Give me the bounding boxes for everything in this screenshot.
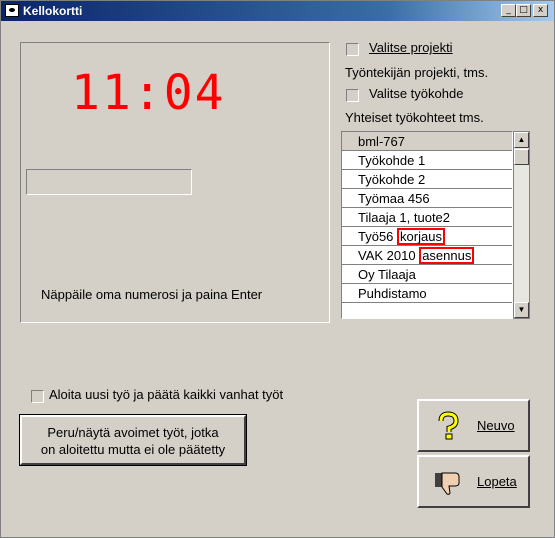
scroll-thumb[interactable] <box>514 149 529 165</box>
show-open-jobs-line2: on aloitettu mutta ei ole päätetty <box>40 442 226 457</box>
help-button-label: Neuvo <box>477 418 515 433</box>
workplace-list[interactable]: bml-767 Työkohde 1 Työkohde 2 Työmaa 456… <box>341 131 513 319</box>
select-workplace-label[interactable]: Valitse työkohde <box>369 86 463 101</box>
title-bar[interactable]: Kellokortti _ □ x <box>1 1 554 21</box>
clock-display: 11:04 <box>71 65 226 121</box>
show-open-jobs-line1: Peru/näytä avoimet työt, jotka <box>47 425 219 440</box>
quit-button[interactable]: Lopeta <box>417 455 530 508</box>
list-item[interactable]: VAK 2010 asennus <box>342 246 512 265</box>
app-eye-icon <box>5 4 19 17</box>
list-item[interactable]: Puhdistamo <box>342 284 512 303</box>
project-hint: Työntekijän projekti, tms. <box>345 65 489 80</box>
list-item[interactable]: Tilaaja 1, tuote2 <box>342 208 512 227</box>
list-item[interactable]: bml-767 <box>342 132 512 151</box>
minimize-button[interactable]: _ <box>501 4 516 17</box>
highlight-box: asennus <box>419 247 475 264</box>
start-new-label[interactable]: Aloita uusi työ ja päätä kaikki vanhat t… <box>49 387 283 402</box>
show-open-jobs-button[interactable]: Peru/näytä avoimet työt, jotka on aloite… <box>19 414 247 466</box>
instruction-text: Näppäile oma numerosi ja paina Enter <box>41 287 263 302</box>
list-item[interactable]: Työ56 korjaus <box>342 227 512 246</box>
window-title: Kellokortti <box>23 4 83 18</box>
thumbs-down-icon <box>433 467 463 497</box>
start-new-checkbox[interactable] <box>31 390 44 403</box>
select-workplace-checkbox[interactable] <box>346 89 359 102</box>
scroll-down-arrow-icon[interactable]: ▼ <box>514 302 529 318</box>
maximize-button[interactable]: □ <box>516 4 531 17</box>
list-item[interactable]: Työkohde 1 <box>342 151 512 170</box>
list-item[interactable]: Työmaa 456 <box>342 189 512 208</box>
quit-button-label: Lopeta <box>477 474 517 489</box>
list-scrollbar[interactable]: ▲ ▼ <box>513 131 530 319</box>
select-project-label[interactable]: Valitse projekti <box>369 40 453 55</box>
clock-panel: 11:04 Näppäile oma numerosi ja paina Ent… <box>20 42 330 323</box>
workplace-hint: Yhteiset työkohteet tms. <box>345 110 484 125</box>
list-item[interactable]: Oy Tilaaja <box>342 265 512 284</box>
list-item[interactable]: Työkohde 2 <box>342 170 512 189</box>
question-mark-icon <box>433 411 463 441</box>
select-project-checkbox[interactable] <box>346 43 359 56</box>
highlight-box: korjaus <box>397 228 445 245</box>
close-button[interactable]: x <box>533 4 548 17</box>
window: Kellokortti _ □ x 11:04 Näppäile oma num… <box>0 0 555 538</box>
scroll-up-arrow-icon[interactable]: ▲ <box>514 132 529 148</box>
help-button[interactable]: Neuvo <box>417 399 530 452</box>
employee-number-input[interactable] <box>26 169 192 195</box>
